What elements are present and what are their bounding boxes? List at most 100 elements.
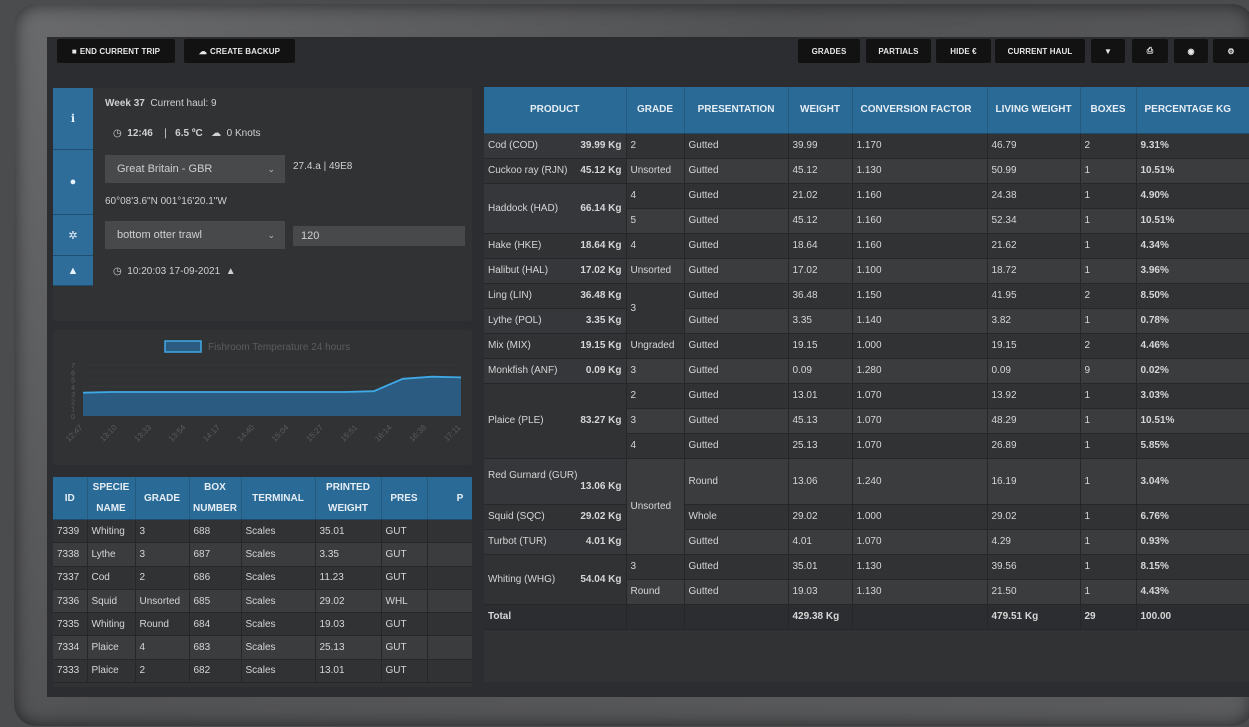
conditions-line: ◷ 12:46 ❘ 6.5 ºC ☁ 0 Knots — [113, 128, 261, 139]
x-tick-label: 15:27 — [304, 423, 325, 444]
product-row[interactable]: Cod (COD) 39.99 Kg 2 Gutted 39.99 1.170 46.79 2… — [484, 133, 1249, 159]
products-col-7[interactable]: PERCENTAGE KG — [1136, 87, 1249, 134]
product-row[interactable]: Ling (LIN) 36.48 Kg 3 Gutted 36.48 1.150 41.95… — [484, 283, 1249, 334]
y-tick-label: 7 — [71, 363, 75, 370]
product-row[interactable]: Plaice (PLE) 83.27 Kg 2 Gutted 13.01 1.070 13.… — [484, 383, 1249, 459]
product-cell: 1 — [1080, 433, 1137, 459]
boxes-col-6[interactable]: PRES — [381, 477, 428, 520]
product-cell: 1.070 — [852, 529, 988, 555]
location-icon[interactable]: ● — [53, 150, 93, 215]
product-row[interactable]: Halibut (HAL) 17.02 Kg Unsorted Gutted 17.02… — [484, 258, 1249, 284]
products-col-6[interactable]: BOXES — [1080, 87, 1137, 134]
product-row[interactable]: Hake (HKE) 18.64 Kg 4 Gutted 18.64 1.160 21.62… — [484, 233, 1249, 259]
info-icon[interactable]: ℹ — [53, 88, 93, 150]
product-name-wrap: Whiting (WHG) 54.04 Kg — [488, 574, 625, 585]
product-row[interactable]: Mix (MIX) 19.15 Kg Ungraded Gutted 19.15 1.00… — [484, 333, 1249, 359]
gear-icon[interactable]: ✲ — [53, 215, 93, 256]
products-col-2[interactable]: PRESENTATION — [684, 87, 789, 134]
country-select[interactable]: Great Britain - GBR ⌄ — [105, 155, 285, 183]
product-cell: 10.51% — [1136, 208, 1249, 234]
temperature-chart: Fishroom Temperature 24 hours 0 1 2 3 4 5 6 7 12:… — [53, 330, 472, 465]
product-cell: Gutted — [684, 133, 789, 159]
table-cell: Squid — [87, 589, 136, 614]
product-cell: 1 — [1080, 529, 1137, 555]
products-col-0[interactable]: PRODUCT — [484, 87, 627, 134]
gear-value: bottom otter trawl — [117, 229, 202, 241]
table-row[interactable]: 7339 Whiting 3 688 Scales 35.01 GUT — [53, 519, 472, 544]
product-name-cell: Cuckoo ray (RJN) 45.12 Kg — [484, 158, 627, 184]
hide-euro-button[interactable]: HIDE € — [936, 39, 991, 63]
week-line: Week 37 Current haul: 9 — [105, 98, 217, 109]
product-row[interactable]: Squid (SQC) 29.02 Kg Whole 29.02 1.000 29.02 1… — [484, 504, 1249, 530]
product-cell: 29.02 — [987, 504, 1081, 530]
product-name: Plaice (PLE) — [488, 415, 544, 426]
product-cell: 13.01 — [788, 383, 853, 409]
product-cell: 3 — [626, 358, 685, 384]
table-row[interactable]: 7334 Plaice 4 683 Scales 25.13 GUT — [53, 635, 472, 660]
boxes-col-3[interactable]: BOX NUMBER — [189, 477, 242, 520]
product-row[interactable]: Turbot (TUR) 4.01 Kg Gutted 4.01 1.070 4.29 1 0… — [484, 529, 1249, 555]
product-cell: 3.35 — [788, 308, 853, 334]
print-button[interactable]: ⎙ — [1132, 39, 1168, 63]
product-cell: 3 — [626, 554, 685, 580]
product-name: Cuckoo ray (RJN) — [488, 165, 568, 176]
temperature-value: 6.5 ºC — [175, 128, 203, 139]
boxes-col-7[interactable]: P — [427, 477, 472, 520]
table-row[interactable]: 7336 Squid Unsorted 685 Scales 29.02 WHL — [53, 589, 472, 614]
product-row[interactable]: Whiting (WHG) 54.04 Kg 3 Gutted 35.01 1.130 39… — [484, 554, 1249, 605]
products-col-5[interactable]: LIVING WEIGHT — [987, 87, 1081, 134]
product-cell: 3.04% — [1136, 458, 1249, 505]
boxes-col-1[interactable]: SPECIE NAME — [87, 477, 136, 520]
create-backup-button[interactable]: ☁ CREATE BACKUP — [184, 39, 295, 63]
boxes-col-5[interactable]: PRINTED WEIGHT — [315, 477, 382, 520]
boxes-col-4[interactable]: TERMINAL — [241, 477, 316, 520]
product-name-wrap: Haddock (HAD) 66.14 Kg — [488, 203, 625, 214]
product-cell: Gutted — [684, 258, 789, 284]
product-cell: Gutted — [684, 283, 789, 309]
filter-button[interactable]: ▼ — [1091, 39, 1125, 63]
gear-select[interactable]: bottom otter trawl ⌄ — [105, 221, 285, 249]
product-row[interactable]: Lythe (POL) 3.35 Kg Gutted 3.35 1.140 3.82 1 0.… — [484, 308, 1249, 334]
product-cell: 1.000 — [852, 504, 988, 530]
total-cell: 429.38 Kg — [788, 604, 853, 630]
mesh-size-input[interactable]: 120 — [293, 226, 465, 246]
table-row[interactable]: 7335 Whiting Round 684 Scales 19.03 GUT — [53, 612, 472, 637]
partials-button[interactable]: PARTIALS — [866, 39, 931, 63]
x-tick-label: 12:47 — [64, 423, 85, 444]
table-cell — [427, 612, 472, 637]
product-cell: 1 — [1080, 158, 1137, 184]
eye-icon: ◉ — [1187, 46, 1195, 56]
products-col-3[interactable]: WEIGHT — [788, 87, 853, 134]
ship-icon[interactable]: ▲ — [53, 256, 93, 286]
product-total: 0.09 Kg — [585, 365, 622, 376]
products-col-4[interactable]: CONVERSION FACTOR — [852, 87, 988, 134]
view-button[interactable]: ◉ — [1174, 39, 1208, 63]
product-cell: 17.02 — [788, 258, 853, 284]
table-row[interactable]: 7338 Lythe 3 687 Scales 3.35 GUT — [53, 542, 472, 567]
settings-button[interactable]: ⚙ — [1213, 39, 1249, 63]
boxes-col-2[interactable]: GRADE — [135, 477, 190, 520]
products-col-1[interactable]: GRADE — [626, 87, 685, 134]
product-cell: 1.000 — [852, 333, 988, 359]
product-cell: 4 — [626, 433, 685, 459]
product-name-cell: Turbot (TUR) 4.01 Kg — [484, 529, 627, 555]
wind-value: 0 Knots — [226, 128, 261, 139]
product-cell: 0.02% — [1136, 358, 1249, 384]
product-cell: 1 — [1080, 504, 1137, 530]
product-row[interactable]: Cuckoo ray (RJN) 45.12 Kg Unsorted Gutted 45… — [484, 158, 1249, 184]
boxes-col-0[interactable]: ID — [53, 477, 88, 520]
current-haul-button[interactable]: CURRENT HAUL — [995, 39, 1085, 63]
product-row[interactable]: Monkfish (ANF) 0.09 Kg 3 Gutted 0.09 1.280 0.0… — [484, 358, 1249, 384]
table-row[interactable]: 7337 Cod 2 686 Scales 11.23 GUT — [53, 566, 472, 590]
product-name: Lythe (POL) — [488, 315, 542, 326]
product-cell: 13.92 — [987, 383, 1081, 409]
end-trip-button[interactable]: ■ END CURRENT TRIP — [57, 39, 175, 63]
product-name-cell: Monkfish (ANF) 0.09 Kg — [484, 358, 627, 384]
product-cell: 19.03 — [788, 579, 853, 605]
product-row[interactable]: Haddock (HAD) 66.14 Kg 4 Gutted 21.02 1.160 24… — [484, 183, 1249, 234]
grades-button[interactable]: GRADES — [798, 39, 860, 63]
table-cell: Scales — [241, 542, 316, 567]
table-row[interactable]: 7333 Plaice 2 682 Scales 13.01 GUT — [53, 659, 472, 684]
product-row[interactable]: Red Gurnard (GUR) 13.06 Kg Unsorted Round 13… — [484, 458, 1249, 555]
grade-cell: Unsorted — [626, 458, 685, 555]
